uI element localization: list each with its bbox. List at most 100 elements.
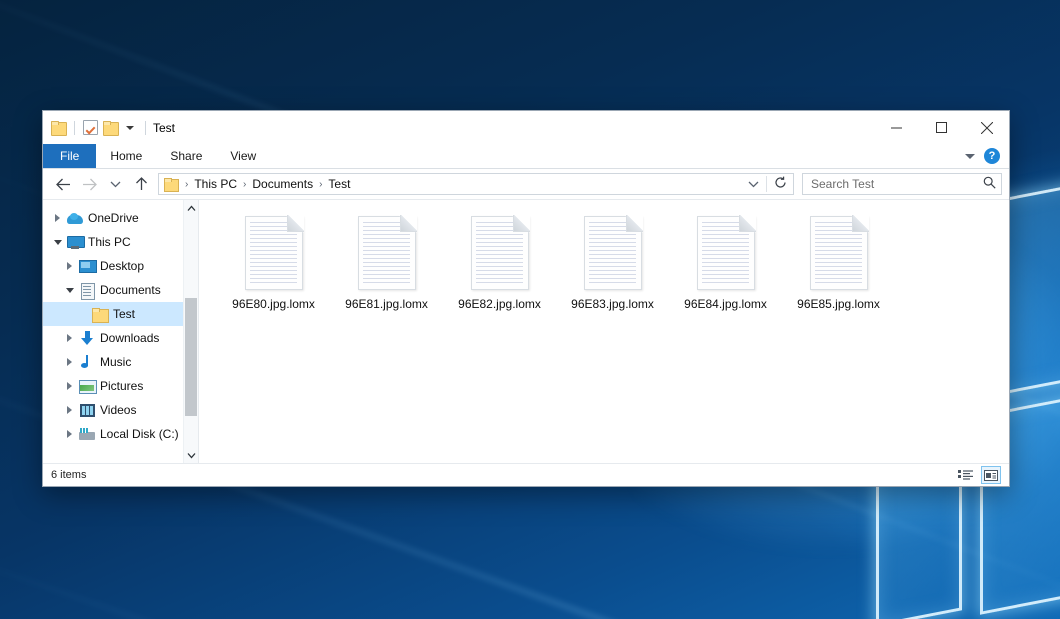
breadcrumb-separator-1: ›: [240, 179, 249, 190]
desktop: Test File Home Share View ?: [0, 0, 1060, 619]
generic-document-icon: [358, 216, 416, 290]
music-icon: [78, 355, 96, 369]
file-name-label: 96E81.jpg.lomx: [345, 297, 428, 311]
documents-icon: [78, 283, 96, 298]
chevron-down-icon[interactable]: [49, 240, 66, 245]
sidebar-item-label: Downloads: [100, 331, 159, 345]
quick-access-toolbar: [51, 120, 149, 135]
chevron-right-icon[interactable]: [61, 262, 78, 270]
chevron-right-icon[interactable]: [61, 430, 78, 438]
status-bar: 6 items: [43, 463, 1009, 486]
tab-share[interactable]: Share: [156, 144, 216, 168]
breadcrumb-folder-icon: [164, 178, 178, 190]
back-button[interactable]: [50, 172, 76, 196]
generic-document-icon: [245, 216, 303, 290]
chevron-right-icon[interactable]: [61, 406, 78, 414]
file-name-label: 96E84.jpg.lomx: [684, 297, 767, 311]
address-bar: › This PC › Documents › Test Search Te: [43, 169, 1009, 199]
previous-locations-chevron-icon[interactable]: [748, 177, 759, 191]
chevron-down-icon[interactable]: [61, 288, 78, 293]
recent-locations-button[interactable]: [102, 172, 128, 196]
explorer-body: OneDrive This PC Desktop Documents: [43, 199, 1009, 463]
desktop-icon: [78, 260, 96, 272]
new-folder-icon[interactable]: [103, 121, 118, 134]
ribbon-tab-strip: File Home Share View ?: [43, 144, 1009, 169]
chevron-right-icon[interactable]: [61, 334, 78, 342]
sidebar-item-documents[interactable]: Documents: [43, 278, 198, 302]
sidebar-item-videos[interactable]: Videos: [43, 398, 198, 422]
breadcrumb-item-documents[interactable]: Documents: [249, 177, 316, 191]
chevron-right-icon[interactable]: [49, 214, 66, 222]
generic-document-icon: [584, 216, 642, 290]
scrollbar-thumb[interactable]: [185, 298, 197, 416]
downloads-icon: [78, 331, 96, 345]
properties-checkbox-icon[interactable]: [83, 120, 98, 135]
list-item[interactable]: 96E81.jpg.lomx: [330, 214, 443, 311]
breadcrumb-separator-2: ›: [316, 179, 325, 190]
chevron-right-icon[interactable]: [61, 382, 78, 390]
scroll-up-icon[interactable]: [184, 200, 198, 216]
sidebar-item-label: Music: [100, 355, 131, 369]
sidebar-item-desktop[interactable]: Desktop: [43, 254, 198, 278]
window-controls: [874, 111, 1009, 144]
list-item[interactable]: 96E80.jpg.lomx: [217, 214, 330, 311]
maximize-button[interactable]: [919, 111, 964, 144]
item-count-label: 6 items: [51, 469, 86, 481]
address-separator: [766, 176, 767, 192]
file-name-label: 96E82.jpg.lomx: [458, 297, 541, 311]
file-name-label: 96E83.jpg.lomx: [571, 297, 654, 311]
sidebar-item-music[interactable]: Music: [43, 350, 198, 374]
sidebar-item-label: This PC: [88, 235, 131, 249]
details-view-button[interactable]: [955, 466, 975, 484]
breadcrumb-item-this-pc[interactable]: This PC: [191, 177, 240, 191]
folder-icon[interactable]: [51, 121, 66, 134]
list-item[interactable]: 96E85.jpg.lomx: [782, 214, 895, 311]
search-icon[interactable]: [983, 176, 996, 192]
generic-document-icon: [697, 216, 755, 290]
sidebar-item-label: Pictures: [100, 379, 143, 393]
list-item[interactable]: 96E84.jpg.lomx: [669, 214, 782, 311]
list-item[interactable]: 96E82.jpg.lomx: [443, 214, 556, 311]
navigation-pane: OneDrive This PC Desktop Documents: [43, 200, 199, 463]
scroll-down-icon[interactable]: [184, 447, 198, 463]
folder-icon: [91, 308, 109, 321]
tab-file[interactable]: File: [43, 144, 96, 168]
sidebar-item-test[interactable]: Test: [43, 302, 198, 326]
navigation-scrollbar[interactable]: [183, 200, 198, 463]
forward-button[interactable]: [76, 172, 102, 196]
generic-document-icon: [810, 216, 868, 290]
sidebar-item-label: Documents: [100, 283, 161, 297]
sidebar-item-downloads[interactable]: Downloads: [43, 326, 198, 350]
breadcrumb-separator-0: ›: [182, 179, 191, 190]
sidebar-item-pictures[interactable]: Pictures: [43, 374, 198, 398]
large-icons-view-button[interactable]: [981, 466, 1001, 484]
sidebar-item-label: Local Disk (C:): [100, 427, 179, 441]
help-icon[interactable]: ?: [984, 148, 1000, 164]
list-item[interactable]: 96E83.jpg.lomx: [556, 214, 669, 311]
search-box[interactable]: Search Test: [802, 173, 1002, 195]
breadcrumb[interactable]: › This PC › Documents › Test: [158, 173, 794, 195]
sidebar-item-onedrive[interactable]: OneDrive: [43, 206, 198, 230]
ribbon-right-controls: ?: [965, 144, 1009, 168]
local-disk-icon: [78, 428, 96, 440]
this-pc-icon: [66, 236, 84, 249]
file-explorer-window: Test File Home Share View ?: [42, 110, 1010, 487]
breadcrumb-item-test[interactable]: Test: [325, 177, 353, 191]
chevron-right-icon[interactable]: [61, 358, 78, 366]
file-grid: 96E80.jpg.lomx 96E81.jpg.lomx: [217, 214, 1009, 311]
up-button[interactable]: [128, 172, 154, 196]
tab-view[interactable]: View: [216, 144, 270, 168]
sidebar-item-label: OneDrive: [88, 211, 139, 225]
chevron-down-icon[interactable]: [965, 154, 975, 159]
tab-home[interactable]: Home: [96, 144, 156, 168]
customize-quick-access-caret-icon[interactable]: [126, 126, 134, 130]
minimize-button[interactable]: [874, 111, 919, 144]
file-name-label: 96E85.jpg.lomx: [797, 297, 880, 311]
refresh-icon[interactable]: [774, 176, 787, 192]
sidebar-item-label: Videos: [100, 403, 136, 417]
sidebar-item-this-pc[interactable]: This PC: [43, 230, 198, 254]
sidebar-item-local-disk[interactable]: Local Disk (C:): [43, 422, 198, 446]
search-input[interactable]: Search Test: [811, 177, 874, 191]
file-list-pane[interactable]: 96E80.jpg.lomx 96E81.jpg.lomx: [199, 200, 1009, 463]
close-button[interactable]: [964, 111, 1009, 144]
